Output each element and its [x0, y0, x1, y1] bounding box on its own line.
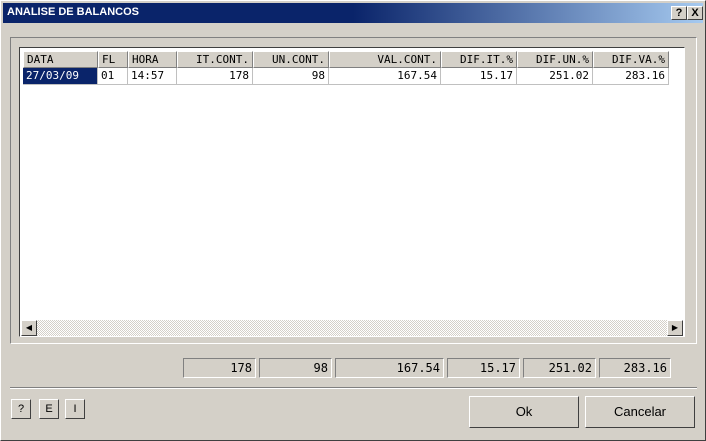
ok-button[interactable]: Ok	[469, 396, 579, 428]
column-header-un-cont[interactable]: UN.CONT.	[253, 51, 329, 68]
cell-dif-un[interactable]: 251.02	[517, 68, 593, 85]
i-button[interactable]: I	[65, 399, 85, 419]
column-header-dif-va[interactable]: DIF.VA.%	[593, 51, 669, 68]
window-title: ANALISE DE BALANCOS	[7, 6, 140, 18]
column-header-dif-it[interactable]: DIF.IT.%	[441, 51, 517, 68]
cell-hora[interactable]: 14:57	[128, 68, 177, 85]
cell-dif-it[interactable]: 15.17	[441, 68, 517, 85]
total-dif-it: 15.17	[447, 358, 520, 378]
cell-it-cont[interactable]: 178	[177, 68, 253, 85]
column-header-it-cont[interactable]: IT.CONT.	[177, 51, 253, 68]
balance-grid[interactable]: DATA FL HORA IT.CONT. UN.CONT. VAL.CONT.…	[19, 47, 685, 337]
total-un-cont: 98	[259, 358, 332, 378]
cancel-button[interactable]: Cancelar	[585, 396, 695, 428]
column-header-hora[interactable]: HORA	[128, 51, 177, 68]
e-button[interactable]: E	[39, 399, 59, 419]
column-header-val-cont[interactable]: VAL.CONT.	[329, 51, 441, 68]
cell-un-cont[interactable]: 98	[253, 68, 329, 85]
cell-fl[interactable]: 01	[98, 68, 128, 85]
horizontal-scrollbar[interactable]: ◀ ▶	[21, 320, 683, 336]
column-header-dif-un[interactable]: DIF.UN.%	[517, 51, 593, 68]
total-val-cont: 167.54	[335, 358, 444, 378]
scroll-left-icon[interactable]: ◀	[21, 320, 37, 336]
scroll-right-icon[interactable]: ▶	[667, 320, 683, 336]
total-it-cont: 178	[183, 358, 256, 378]
title-bar[interactable]: ANALISE DE BALANCOS ? X	[3, 3, 703, 23]
column-header-fl[interactable]: FL	[98, 51, 128, 68]
column-header-data[interactable]: DATA	[23, 51, 98, 68]
scroll-track[interactable]	[37, 320, 667, 336]
title-help-button[interactable]: ?	[671, 6, 687, 20]
cell-dif-va[interactable]: 283.16	[593, 68, 669, 85]
total-dif-va: 283.16	[599, 358, 671, 378]
cell-val-cont[interactable]: 167.54	[329, 68, 441, 85]
footer-separator	[10, 387, 697, 389]
total-dif-un: 251.02	[523, 358, 596, 378]
title-close-button[interactable]: X	[687, 6, 703, 20]
help-button[interactable]: ?	[11, 399, 31, 419]
cell-data[interactable]: 27/03/09	[23, 68, 98, 85]
